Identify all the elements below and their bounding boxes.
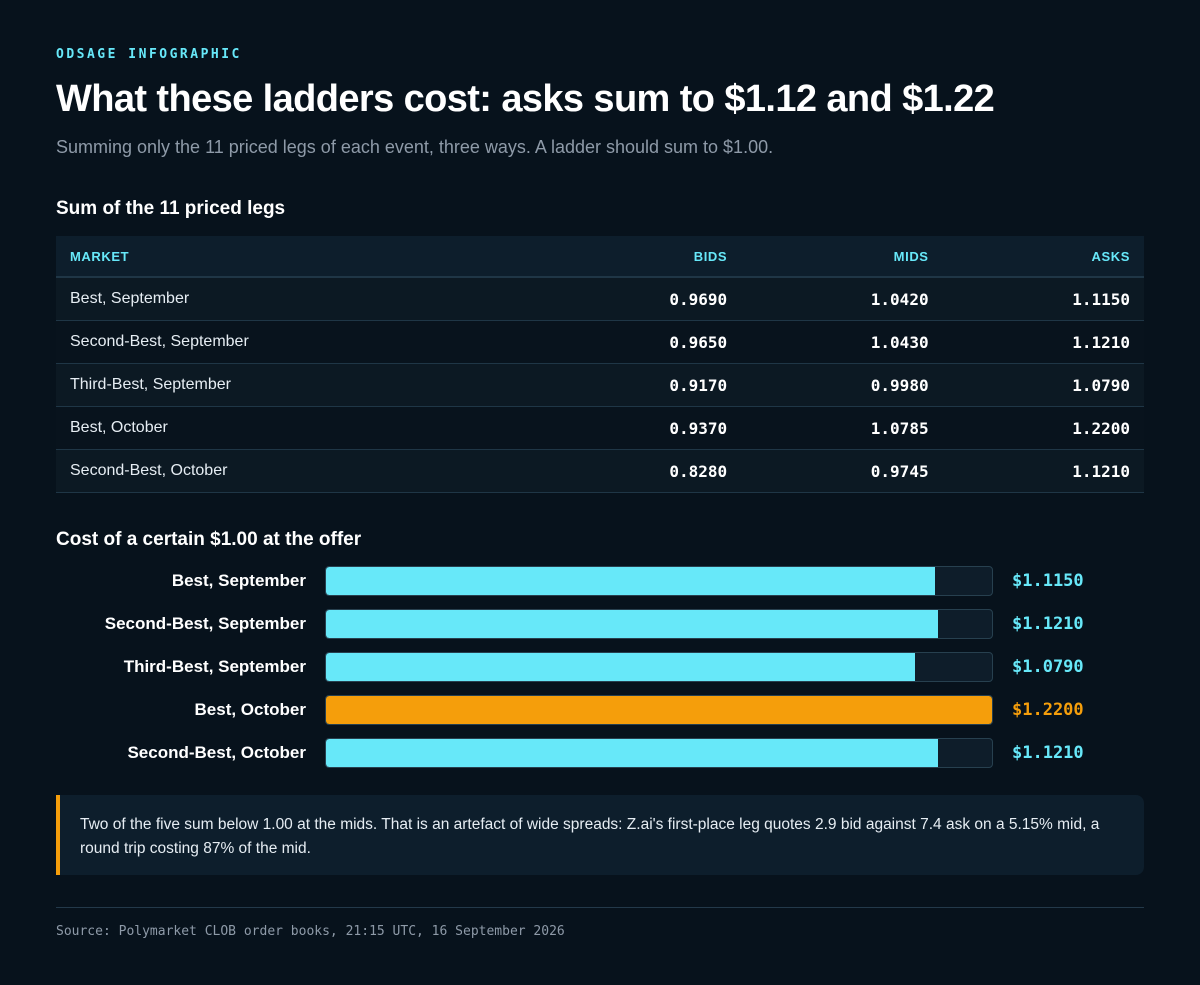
- mids-cell: 1.0430: [741, 320, 943, 364]
- bar-row: Second-Best, October $1.1210: [56, 738, 1144, 768]
- market-cell: Third-Best, September: [56, 363, 540, 407]
- asks-cell: 1.1210: [942, 449, 1144, 493]
- table-row: Third-Best, September 0.9170 0.9980 1.07…: [56, 363, 1144, 407]
- priced-legs-table: MARKET BIDS MIDS ASKS Best, September 0.…: [56, 236, 1144, 493]
- bar-category-label: Third-Best, September: [123, 657, 306, 676]
- footer-divider: [56, 907, 1144, 908]
- table-row: Second-Best, September 0.9650 1.0430 1.1…: [56, 320, 1144, 364]
- bar-row: Best, October $1.2200: [56, 695, 1144, 725]
- mids-cell: 1.0785: [741, 406, 943, 450]
- bids-cell: 0.9650: [539, 320, 742, 364]
- bar-value-label: $1.2200: [1012, 700, 1084, 720]
- bar-value-label: $1.1150: [1012, 571, 1084, 591]
- chart-section-title: Cost of a certain $1.00 at the offer: [56, 529, 362, 550]
- page-subtitle: Summing only the 11 priced legs of each …: [56, 137, 774, 157]
- callout-note: Two of the five sum below 1.00 at the mi…: [56, 795, 1144, 875]
- source-line: Source: Polymarket CLOB order books, 21:…: [56, 924, 565, 939]
- table-row: Second-Best, October 0.8280 0.9745 1.121…: [56, 449, 1144, 493]
- asks-cell: 1.0790: [942, 363, 1144, 407]
- bids-cell: 0.9170: [539, 363, 742, 407]
- market-cell: Second-Best, October: [56, 449, 540, 493]
- bar-row: Best, September $1.1150: [56, 566, 1144, 596]
- page-title: What these ladders cost: asks sum to $1.…: [56, 78, 995, 120]
- column-header-asks: ASKS: [942, 236, 1144, 278]
- bar-value-label: $1.1210: [1012, 614, 1084, 634]
- mids-cell: 1.0420: [741, 277, 943, 321]
- bar: [326, 739, 938, 767]
- bar-row: Third-Best, September $1.0790: [56, 652, 1144, 682]
- bar-category-label: Best, September: [171, 571, 306, 590]
- table-row: Best, September 0.9690 1.0420 1.1150: [56, 277, 1144, 321]
- offer-cost-bar-chart: Best, September $1.1150 Second-Best, Septe…: [56, 566, 1144, 772]
- bids-cell: 0.9690: [539, 277, 742, 321]
- table-header-row: MARKET BIDS MIDS ASKS: [56, 236, 1144, 278]
- bar-track: [325, 695, 993, 725]
- bar: [326, 567, 935, 595]
- bar-value-label: $1.0790: [1012, 657, 1084, 677]
- asks-cell: 1.2200: [942, 406, 1144, 450]
- column-header-market: MARKET: [56, 236, 540, 278]
- column-header-bids: BIDS: [539, 236, 742, 278]
- bar-category-label: Second-Best, September: [104, 614, 306, 633]
- market-cell: Best, October: [56, 406, 540, 450]
- bar-category-label: Second-Best, October: [127, 743, 306, 762]
- bar-track: [325, 566, 993, 596]
- table-section-title: Sum of the 11 priced legs: [56, 198, 286, 219]
- bar: [326, 696, 992, 724]
- infographic-page: ODSAGE INFOGRAPHIC What these ladders co…: [0, 0, 1200, 985]
- bar-track: [325, 738, 993, 768]
- mids-cell: 0.9980: [741, 363, 943, 407]
- bar-category-label: Best, October: [194, 700, 306, 719]
- bar-track: [325, 652, 993, 682]
- bar: [326, 610, 938, 638]
- column-header-mids: MIDS: [741, 236, 943, 278]
- bar-row: Second-Best, September $1.1210: [56, 609, 1144, 639]
- bar-value-label: $1.1210: [1012, 743, 1084, 763]
- bids-cell: 0.9370: [539, 406, 742, 450]
- asks-cell: 1.1150: [942, 277, 1144, 321]
- mids-cell: 0.9745: [741, 449, 943, 493]
- table-row: Best, October 0.9370 1.0785 1.2200: [56, 406, 1144, 450]
- bar-track: [325, 609, 993, 639]
- asks-cell: 1.1210: [942, 320, 1144, 364]
- market-cell: Second-Best, September: [56, 320, 540, 364]
- bids-cell: 0.8280: [539, 449, 742, 493]
- market-cell: Best, September: [56, 277, 540, 321]
- bar: [326, 653, 915, 681]
- eyebrow-label: ODSAGE INFOGRAPHIC: [56, 47, 242, 62]
